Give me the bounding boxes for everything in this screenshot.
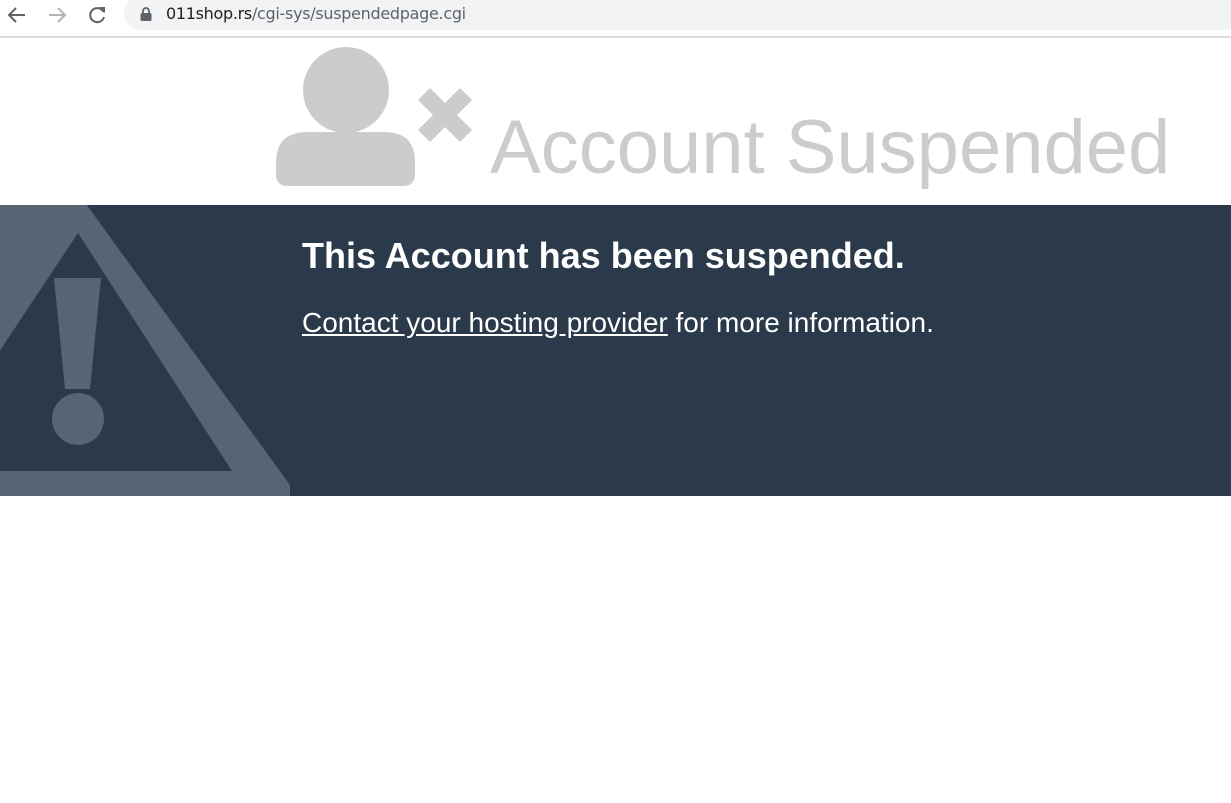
reload-icon	[89, 7, 105, 24]
address-bar[interactable]: 011shop.rs/cgi-sys/suspendedpage.cgi	[124, 0, 1231, 30]
forward-button[interactable]	[44, 2, 70, 28]
back-button[interactable]	[4, 2, 30, 28]
info-message-tail: for more information.	[667, 307, 934, 338]
suspended-header: Account Suspended	[0, 38, 1231, 205]
url-host: 011shop.rs	[166, 4, 252, 23]
suspended-heading: This Account has been suspended.	[302, 235, 905, 276]
reload-button[interactable]	[84, 2, 110, 28]
lock-icon	[140, 7, 152, 21]
contact-provider-link[interactable]: Contact your hosting provider	[302, 307, 668, 338]
suspension-banner: This Account has been suspended. Contact…	[0, 205, 1231, 496]
user-x-icon	[276, 47, 473, 186]
arrow-left-icon	[7, 7, 25, 23]
warning-triangle-icon	[0, 205, 290, 496]
arrow-right-icon	[49, 7, 67, 23]
browser-toolbar: 011shop.rs/cgi-sys/suspendedpage.cgi	[0, 0, 1231, 38]
page-title: Account Suspended	[490, 105, 1171, 190]
url-path: /cgi-sys/suspendedpage.cgi	[251, 4, 466, 23]
info-message: Contact your hosting provider for more i…	[302, 307, 934, 339]
url-text[interactable]: 011shop.rs/cgi-sys/suspendedpage.cgi	[166, 4, 466, 23]
